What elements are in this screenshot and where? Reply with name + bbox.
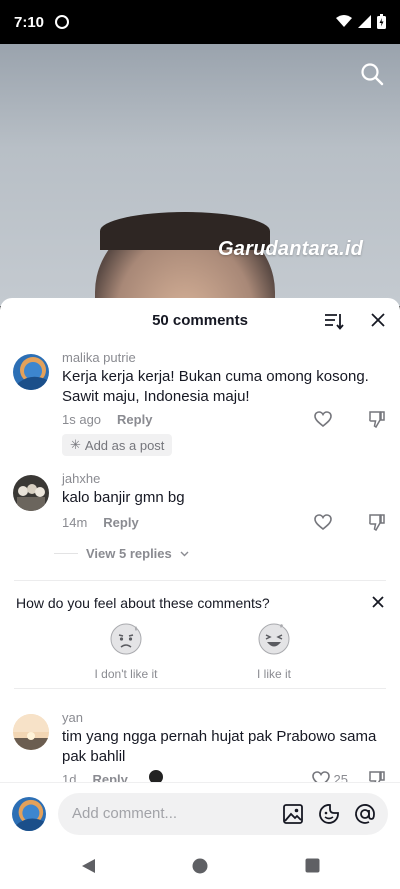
home-icon[interactable] xyxy=(192,858,208,874)
sort-icon[interactable] xyxy=(324,311,344,331)
signal-icon xyxy=(358,15,371,28)
comment-username[interactable]: malika putrie xyxy=(62,350,136,365)
dislike-icon[interactable] xyxy=(368,410,386,428)
comment-time: 1s ago xyxy=(62,412,102,427)
close-icon[interactable] xyxy=(370,312,386,328)
system-nav-bar xyxy=(0,844,400,889)
avatar[interactable] xyxy=(13,354,49,390)
status-bar: 7:10 xyxy=(0,0,400,44)
feedback-like-label: I like it xyxy=(256,667,291,681)
wifi-icon xyxy=(336,15,352,27)
comment-time: 14m xyxy=(62,515,88,530)
avatar[interactable] xyxy=(13,475,49,511)
feedback-question: How do you feel about these comments? xyxy=(16,595,270,611)
mention-icon[interactable] xyxy=(354,803,376,825)
add-as-post-label: Add as a post xyxy=(84,437,165,453)
heart-icon[interactable] xyxy=(314,411,332,427)
reply-button[interactable]: Reply xyxy=(103,515,138,530)
comment-input[interactable]: Add comment... xyxy=(58,793,388,835)
battery-icon xyxy=(377,14,386,29)
back-icon[interactable] xyxy=(80,858,96,874)
sparkle-icon: ✳ xyxy=(70,437,81,452)
avatar xyxy=(12,797,46,831)
divider xyxy=(14,688,386,689)
video-watermark: Garudantara.id xyxy=(218,238,364,260)
feedback-dislike-option[interactable]: I don't like it xyxy=(66,622,186,681)
status-icons xyxy=(336,14,386,29)
feedback-dislike-label: I don't like it xyxy=(94,667,158,681)
app-notification-icon xyxy=(55,15,69,29)
status-time: 7:10 xyxy=(14,14,45,31)
avatar[interactable] xyxy=(13,714,49,750)
dislike-icon[interactable] xyxy=(368,513,386,531)
view-replies-label: View 5 replies xyxy=(86,546,172,561)
recents-icon[interactable] xyxy=(305,858,320,873)
comment-text: Kerja kerja kerja! Bukan cuma omong koso… xyxy=(62,368,369,405)
close-icon[interactable] xyxy=(372,596,384,608)
view-replies-button[interactable]: View 5 replies xyxy=(54,546,189,561)
comment-input-bar: Add comment... xyxy=(0,782,400,844)
input-actions xyxy=(282,803,376,825)
comment-input-placeholder: Add comment... xyxy=(72,805,178,822)
chevron-down-icon xyxy=(180,551,189,556)
image-icon[interactable] xyxy=(282,803,304,825)
comment-text: kalo banjir gmn bg xyxy=(62,489,185,506)
comment-username[interactable]: yan xyxy=(62,710,83,725)
divider xyxy=(14,580,386,581)
comments-header: 50 comments xyxy=(0,298,400,344)
feedback-like-option[interactable]: I like it xyxy=(214,622,334,681)
heart-icon[interactable] xyxy=(314,514,332,530)
reply-button[interactable]: Reply xyxy=(117,412,152,427)
comment-meta: 14m Reply xyxy=(62,515,139,530)
sad-face-icon xyxy=(110,623,142,655)
replies-line xyxy=(54,553,78,554)
search-icon[interactable] xyxy=(360,62,384,86)
comment-meta: 1s ago Reply xyxy=(62,412,152,427)
comment-username[interactable]: jahxhe xyxy=(62,471,100,486)
emoji-icon[interactable] xyxy=(318,803,340,825)
video-player[interactable]: Garudantara.id xyxy=(0,44,400,306)
add-as-post-button[interactable]: ✳ Add as a post xyxy=(62,434,173,456)
comment-text: tim yang ngga pernah hujat pak Prabowo s… xyxy=(62,728,377,765)
laughing-face-icon xyxy=(258,623,290,655)
